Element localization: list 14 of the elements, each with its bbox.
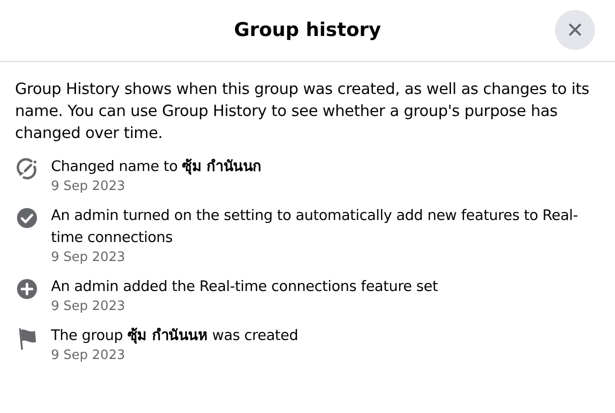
- description: Group History shows when this group was created, as well as changes to its name. You can use Group History to see whether a group's purpose has changed over time.: [14, 79, 590, 144]
- event-date: 9 Sep 2023: [51, 249, 126, 267]
- event-text: Changed name to ซุ้ม กำนันนก: [51, 158, 262, 177]
- check-icon: [15, 206, 39, 230]
- event-text: The group ซุ้ม กำนันนห was created: [51, 326, 298, 346]
- close-button[interactable]: ×: [555, 10, 595, 50]
- event-text: An admin turned on the setting to automatically add new features to Real-time connections: [51, 207, 579, 248]
- rename-icon: [15, 157, 39, 181]
- dialog-title: Group history: [234, 18, 381, 44]
- add-icon: [15, 277, 39, 301]
- event-date: 9 Sep 2023: [51, 178, 126, 196]
- event-text: An admin added the Real-time connections feature set: [51, 278, 438, 297]
- event-date: 9 Sep 2023: [51, 347, 126, 365]
- event-date: 9 Sep 2023: [51, 298, 126, 316]
